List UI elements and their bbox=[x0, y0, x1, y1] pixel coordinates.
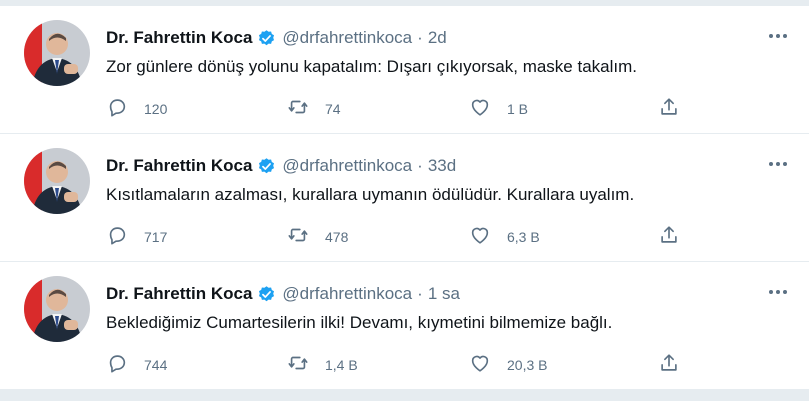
share-icon bbox=[658, 96, 680, 121]
author-name[interactable]: Dr. Fahrettin Koca bbox=[106, 284, 252, 304]
tweet-timestamp[interactable]: 2d bbox=[428, 28, 447, 48]
tweet-text: Beklediğimiz Cumartesilerin ilki! Devamı… bbox=[106, 313, 613, 332]
retweet-count: 74 bbox=[325, 100, 341, 117]
retweet-button[interactable]: 74 bbox=[287, 96, 341, 121]
reply-button[interactable]: 120 bbox=[106, 96, 167, 121]
retweet-button[interactable]: 478 bbox=[287, 224, 348, 249]
avatar[interactable] bbox=[24, 20, 90, 86]
retweet-icon bbox=[287, 352, 309, 377]
tweet-text: Zor günlere dönüş yolunu kapatalım: Dışa… bbox=[106, 57, 638, 76]
share-button[interactable] bbox=[658, 96, 680, 121]
heart-icon bbox=[469, 224, 491, 249]
separator-dot: · bbox=[417, 284, 423, 303]
tweet-actions: 717 478 6,3 B bbox=[0, 224, 809, 254]
reply-icon bbox=[106, 352, 128, 377]
author-handle[interactable]: @drfahrettinkoca bbox=[282, 28, 412, 48]
tweet-actions: 744 1,4 B 20,3 B bbox=[0, 352, 809, 382]
share-icon bbox=[658, 224, 680, 249]
like-button[interactable]: 1 B bbox=[469, 96, 528, 121]
like-count: 20,3 B bbox=[507, 356, 548, 373]
share-button[interactable] bbox=[658, 352, 680, 377]
author-handle[interactable]: @drfahrettinkoca bbox=[282, 156, 412, 176]
more-options-icon[interactable] bbox=[765, 154, 791, 174]
tweet-timestamp[interactable]: 1 sa bbox=[428, 284, 460, 304]
separator-dot: · bbox=[417, 28, 423, 47]
like-count: 1 B bbox=[507, 100, 529, 117]
verified-badge-icon bbox=[257, 285, 276, 304]
more-options-icon[interactable] bbox=[765, 282, 791, 302]
reply-count: 717 bbox=[144, 228, 168, 245]
like-button[interactable]: 6,3 B bbox=[469, 224, 540, 249]
share-button[interactable] bbox=[658, 224, 680, 249]
author-name[interactable]: Dr. Fahrettin Koca bbox=[106, 28, 252, 48]
like-button[interactable]: 20,3 B bbox=[469, 352, 547, 377]
tweet-timestamp[interactable]: 33d bbox=[428, 156, 456, 176]
tweet-header: Dr. Fahrettin Koca @drfahrettinkoca · 2d bbox=[106, 26, 447, 50]
heart-icon bbox=[469, 352, 491, 377]
tweet-actions: 120 74 1 B bbox=[0, 96, 809, 126]
reply-icon bbox=[106, 96, 128, 121]
avatar[interactable] bbox=[24, 276, 90, 342]
tweet-card[interactable]: Dr. Fahrettin Koca @drfahrettinkoca · 33… bbox=[0, 134, 809, 262]
heart-icon bbox=[469, 96, 491, 121]
retweet-icon bbox=[287, 224, 309, 249]
author-name[interactable]: Dr. Fahrettin Koca bbox=[106, 156, 252, 176]
reply-icon bbox=[106, 224, 128, 249]
tweet-header: Dr. Fahrettin Koca @drfahrettinkoca · 1 … bbox=[106, 282, 460, 306]
tweet-text: Kısıtlamaların azalması, kurallara uyman… bbox=[106, 185, 635, 204]
verified-badge-icon bbox=[257, 29, 276, 48]
share-icon bbox=[658, 352, 680, 377]
retweet-count: 1,4 B bbox=[325, 356, 358, 373]
retweet-icon bbox=[287, 96, 309, 121]
separator-dot: · bbox=[417, 156, 423, 175]
reply-count: 744 bbox=[144, 356, 168, 373]
retweet-count: 478 bbox=[325, 228, 349, 245]
retweet-button[interactable]: 1,4 B bbox=[287, 352, 358, 377]
more-options-icon[interactable] bbox=[765, 26, 791, 46]
tweet-card[interactable]: Dr. Fahrettin Koca @drfahrettinkoca · 2d… bbox=[0, 6, 809, 134]
avatar[interactable] bbox=[24, 148, 90, 214]
verified-badge-icon bbox=[257, 157, 276, 176]
author-handle[interactable]: @drfahrettinkoca bbox=[282, 284, 412, 304]
tweet-card[interactable]: Dr. Fahrettin Koca @drfahrettinkoca · 1 … bbox=[0, 262, 809, 390]
bottom-divider-strip bbox=[0, 390, 809, 401]
tweet-header: Dr. Fahrettin Koca @drfahrettinkoca · 33… bbox=[106, 154, 456, 178]
like-count: 6,3 B bbox=[507, 228, 540, 245]
reply-button[interactable]: 717 bbox=[106, 224, 167, 249]
reply-button[interactable]: 744 bbox=[106, 352, 167, 377]
reply-count: 120 bbox=[144, 100, 168, 117]
